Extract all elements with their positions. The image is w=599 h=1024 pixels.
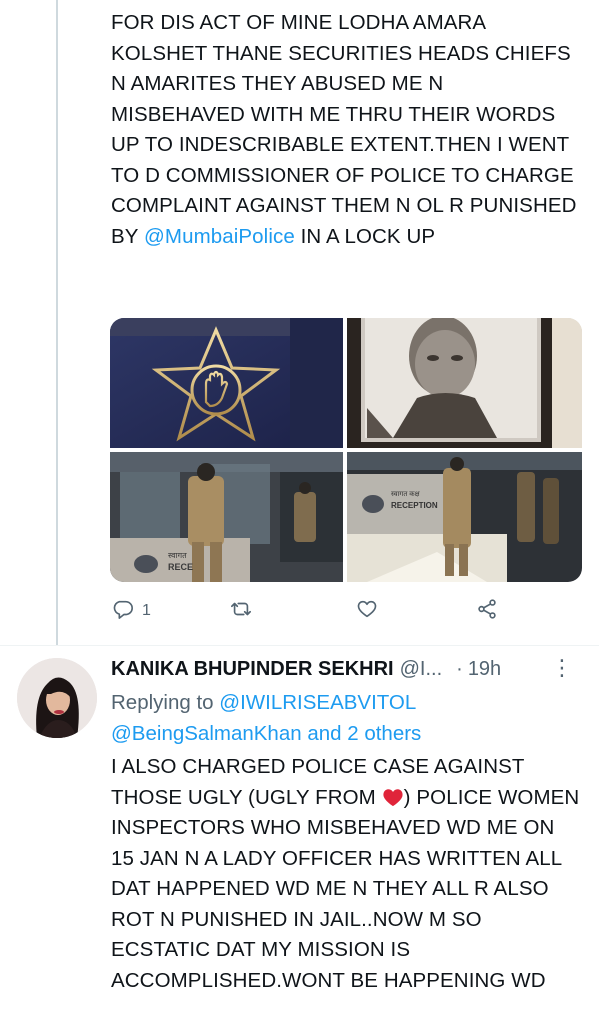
tweet-text-part: FOR DIS ACT OF MINE LODHA AMARA KOLSHET … — [111, 11, 583, 248]
media-sign-text: RECEPTION — [391, 501, 438, 510]
display-name[interactable]: KANIKA BHUPINDER SEKHRI — [111, 658, 394, 681]
user-handle[interactable]: @I... — [400, 658, 443, 681]
retweet-button[interactable] — [230, 598, 252, 624]
mention-link[interactable]: @MumbaiPolice — [144, 225, 295, 248]
tweet-divider — [0, 645, 599, 646]
replying-to: Replying to @IWILRISEABVITOL @BeingSalman… — [111, 688, 581, 749]
media-sign-text: स्वागत कक्ष — [391, 491, 421, 498]
tweet-actions-bar: 1 — [110, 598, 582, 626]
tweet-media-grid[interactable]: स्वागत RECE स्वागत कक्ष RECEPTION — [110, 318, 582, 582]
tweet-header: KANIKA BHUPINDER SEKHRI @I... · 19h ⋮ — [111, 655, 581, 683]
media-sign-text: स्वागत — [168, 551, 187, 560]
red-heart-emoji — [382, 786, 404, 806]
time-separator: · — [456, 657, 463, 680]
reply-count: 1 — [142, 602, 151, 619]
reply-button[interactable]: 1 — [112, 598, 151, 624]
share-icon — [476, 598, 498, 625]
retweet-icon — [230, 598, 252, 625]
replying-to-others[interactable]: and 2 others — [302, 722, 421, 745]
like-button[interactable] — [356, 598, 378, 624]
avatar[interactable] — [17, 658, 97, 738]
tweet-text-part: ) POLICE WOMEN INSPECTORS WHO MISBEHAVED… — [111, 785, 586, 992]
media-photo-reception-desk[interactable]: स्वागत कक्ष RECEPTION — [347, 452, 582, 582]
reply-icon — [112, 598, 134, 625]
media-photo-police-emblem[interactable] — [110, 318, 343, 448]
heart-icon — [356, 598, 378, 625]
media-photo-portrait[interactable] — [347, 318, 582, 448]
thread-connector-line — [56, 0, 58, 645]
tweet-text: I ALSO CHARGED POLICE CASE AGAINST THOSE… — [111, 752, 581, 996]
media-photo-reception-officer[interactable]: स्वागत RECE — [110, 452, 343, 582]
replying-to-mention[interactable]: @BeingSalmanKhan — [111, 722, 302, 745]
media-sign-text: RECE — [168, 562, 193, 572]
tweet-text: FOR DIS ACT OF MINE LODHA AMARA KOLSHET … — [111, 8, 581, 252]
tweet-timestamp[interactable]: 19h — [468, 658, 501, 681]
replying-to-mention[interactable]: @IWILRISEABVITOL — [219, 691, 416, 714]
tweet-text-part: IN A LOCK UP — [294, 224, 436, 248]
replying-to-label: Replying to — [111, 691, 220, 714]
more-options-icon[interactable]: ⋮ — [551, 657, 573, 679]
share-button[interactable] — [476, 598, 498, 624]
